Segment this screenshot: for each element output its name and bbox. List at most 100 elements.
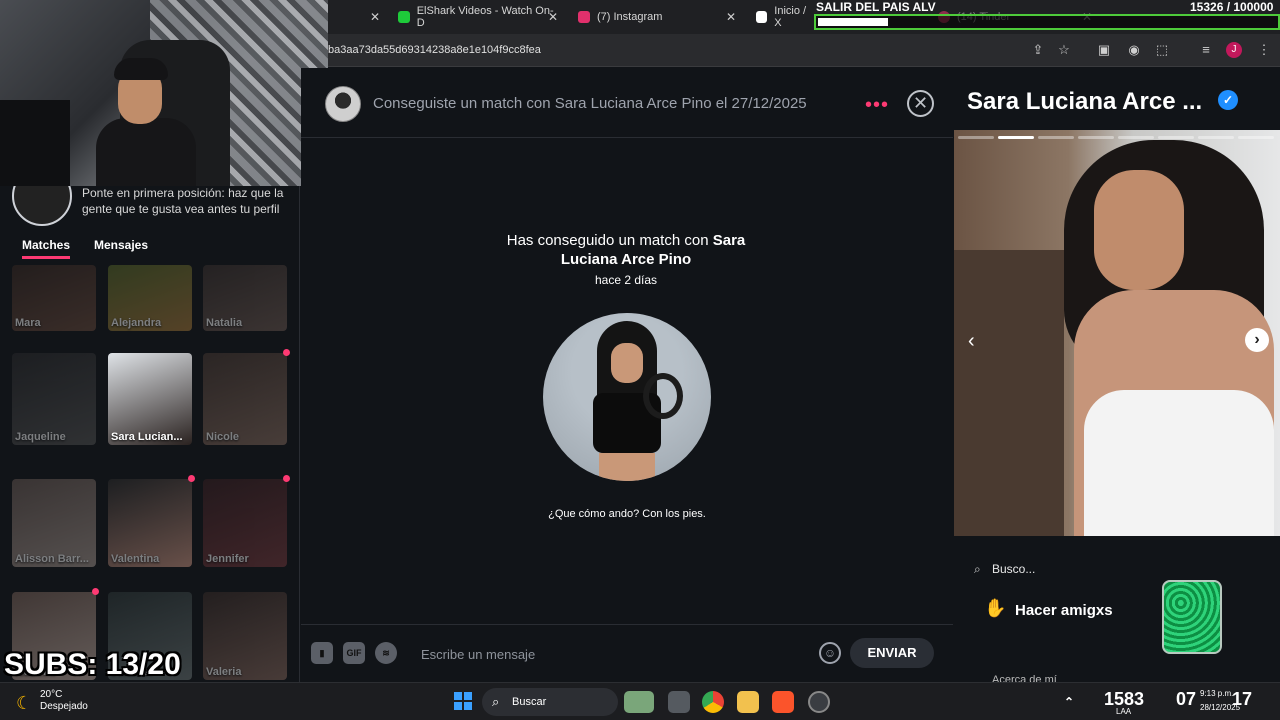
- profile-name: Sara Luciana Arce ...: [967, 88, 1203, 115]
- tab-close-icon[interactable]: ✕: [726, 10, 736, 24]
- windows-taskbar: ☾ 20°C Despejado ⌕ Buscar ⌃ 1583 LAA 07 …: [0, 682, 1280, 720]
- match-time-ago: hace 2 días: [594, 273, 658, 287]
- goal-progress-bar: [814, 14, 1280, 30]
- weather-widget[interactable]: 20°C Despejado: [40, 689, 88, 713]
- moon-weather-icon[interactable]: ☾: [16, 693, 32, 714]
- file-explorer-icon[interactable]: [737, 691, 759, 713]
- photo-page-indicator[interactable]: [1198, 136, 1234, 139]
- screen-icon[interactable]: ▣: [1096, 42, 1112, 58]
- extension-icon[interactable]: ◉: [1126, 42, 1142, 58]
- browser-tab-x[interactable]: Inicio / X: [756, 4, 814, 30]
- chrome-icon[interactable]: [702, 691, 724, 713]
- match-tile[interactable]: Mara: [12, 265, 96, 331]
- match-tile[interactable]: Jennifer: [203, 479, 287, 567]
- message-input[interactable]: [421, 642, 801, 666]
- photo-page-indicator[interactable]: [1038, 136, 1074, 139]
- close-icon[interactable]: ✕: [907, 90, 934, 117]
- new-message-dot: [283, 349, 290, 356]
- match-name: Alisson Barr...: [15, 553, 89, 565]
- windows-start-icon[interactable]: [454, 692, 472, 710]
- bookmark-star-icon[interactable]: ☆: [1056, 42, 1072, 58]
- chat-avatar[interactable]: [325, 86, 361, 122]
- tray-number-3: 17: [1232, 689, 1253, 709]
- photo-top: [1084, 390, 1274, 536]
- url-text[interactable]: ba3aa73da55d69314238a8e1e104f9cc8fea: [328, 44, 541, 56]
- send-button[interactable]: ENVIAR: [850, 638, 934, 668]
- clock-time[interactable]: 9:13 p.m.: [1200, 689, 1233, 699]
- emoji-icon[interactable]: ☺: [819, 642, 841, 664]
- chevron-right-icon[interactable]: ›: [1245, 328, 1269, 352]
- match-tile[interactable]: Alisson Barr...: [12, 479, 96, 567]
- waving-hand-icon: ✋: [984, 598, 1007, 618]
- sticker-button[interactable]: ▮: [311, 642, 333, 664]
- match-tile[interactable]: Jaqueline: [12, 353, 96, 445]
- tab-close-icon[interactable]: ✕: [548, 10, 558, 24]
- photo-page-indicator[interactable]: [1118, 136, 1154, 139]
- task-view-icon[interactable]: [668, 691, 690, 713]
- match-tile[interactable]: Valentina: [108, 479, 192, 567]
- tab-label: Inicio / X: [774, 5, 807, 29]
- brave-icon[interactable]: [772, 691, 794, 713]
- media-icon[interactable]: ≡: [1198, 42, 1214, 58]
- chevron-left-icon[interactable]: ‹: [968, 330, 975, 353]
- photo-page-indicator[interactable]: [1078, 136, 1114, 139]
- profile-avatar[interactable]: J: [1226, 42, 1242, 58]
- message-composer: ▮ GIF ≋ ☺ ENVIAR: [301, 624, 953, 682]
- boost-promo-text[interactable]: Ponte en primera posición: haz que la ge…: [82, 185, 292, 217]
- tab-close-icon[interactable]: ✕: [370, 10, 380, 24]
- spotify-icon[interactable]: ≋: [375, 642, 397, 664]
- photo-page-indicator[interactable]: [1158, 136, 1194, 139]
- goal-title: SALIR DEL PAIS ALV: [816, 0, 936, 14]
- goal-progress-fill: [818, 18, 888, 26]
- photo-page-indicator[interactable]: [998, 136, 1034, 139]
- match-bio: ¿Que cómo ando? Con los pies.: [548, 508, 706, 520]
- match-name: Alejandra: [111, 317, 162, 329]
- chat-panel: Conseguiste un match con Sara Luciana Ar…: [301, 68, 953, 682]
- elshark-favicon-icon: [398, 11, 410, 23]
- more-options-icon[interactable]: •••: [865, 94, 889, 117]
- taskbar-search[interactable]: ⌕ Buscar: [482, 688, 618, 716]
- instagram-favicon-icon: [578, 11, 590, 23]
- tab-messages[interactable]: Mensajes: [94, 238, 148, 252]
- match-tile[interactable]: Nicole: [203, 353, 287, 445]
- chat-header: Conseguiste un match con Sara Luciana Ar…: [301, 68, 953, 138]
- match-name: Valentina: [111, 553, 160, 565]
- webcam-person-body: [96, 118, 196, 186]
- gif-button[interactable]: GIF: [343, 642, 365, 664]
- webcam-overlay: [0, 0, 328, 186]
- obs-icon[interactable]: [808, 691, 830, 713]
- install-icon[interactable]: ⇪: [1030, 42, 1046, 58]
- match-tile[interactable]: Natalia: [203, 265, 287, 331]
- puzzle-icon[interactable]: ⬚: [1154, 42, 1170, 58]
- photo-face: [611, 343, 643, 383]
- match-name: Sara Lucian...: [111, 431, 183, 443]
- profile-panel: Sara Luciana Arce ... ✓ ‹ › ⌕ Busco... ✋…: [954, 68, 1280, 686]
- x-favicon-icon: [756, 11, 768, 23]
- verified-badge-icon: ✓: [1218, 90, 1238, 110]
- photo-page-indicator[interactable]: [958, 136, 994, 139]
- weather-temp: 20°C: [40, 689, 63, 700]
- profile-photo[interactable]: ‹ ›: [954, 130, 1280, 536]
- chevron-up-icon[interactable]: ⌃: [1064, 695, 1074, 709]
- match-tile[interactable]: Sara Lucian...: [108, 353, 192, 445]
- tab-matches[interactable]: Matches: [22, 238, 70, 252]
- webcam-monitor: [0, 100, 70, 186]
- new-message-dot: [283, 475, 290, 482]
- widgets-icon[interactable]: [624, 691, 654, 713]
- browser-tab-elshark[interactable]: ElShark Videos - Watch On-D ✕: [398, 4, 558, 30]
- match-tile[interactable]: Alejandra: [108, 265, 192, 331]
- money-jar-overlay: [1162, 580, 1222, 654]
- match-tile[interactable]: Valeria: [203, 592, 287, 680]
- match-prefix: Has conseguido un match con: [506, 232, 713, 249]
- search-label: Buscar: [512, 696, 547, 708]
- goal-count: 15326 / 100000: [1190, 0, 1274, 14]
- browser-tab-instagram[interactable]: (7) Instagram ✕: [578, 4, 736, 30]
- match-name: Jennifer: [206, 553, 249, 565]
- match-name: Mara: [15, 317, 41, 329]
- language-indicator[interactable]: LAA: [1116, 707, 1131, 717]
- browser-tab[interactable]: ✕: [336, 4, 380, 30]
- match-photo[interactable]: [543, 313, 711, 481]
- photo-skin: [599, 453, 655, 481]
- photo-page-indicator[interactable]: [1238, 136, 1274, 139]
- menu-kebab-icon[interactable]: ⋮: [1256, 42, 1272, 58]
